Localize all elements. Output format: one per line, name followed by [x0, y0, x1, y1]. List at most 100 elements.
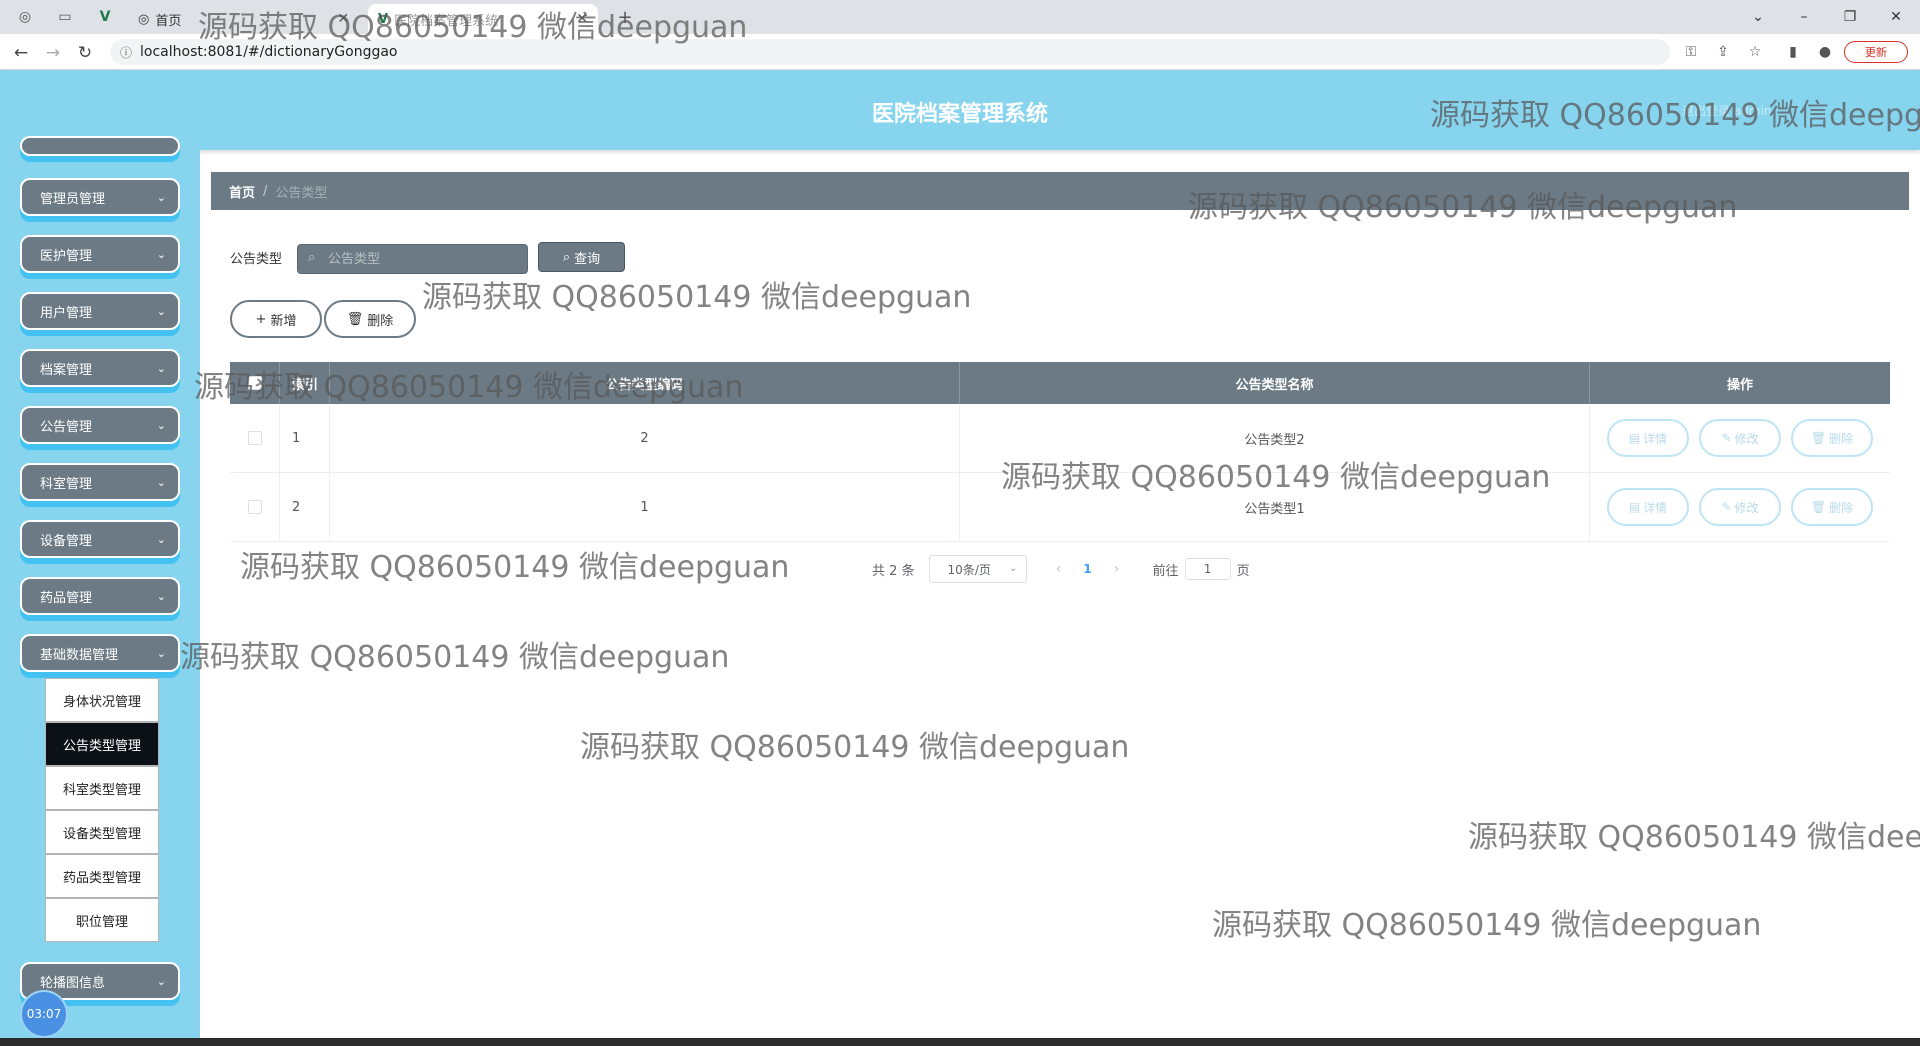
chevron-down-icon: ⌄	[156, 305, 166, 318]
globe-icon: ◎	[138, 11, 150, 27]
chevron-down-icon: ⌄	[156, 647, 166, 660]
goto-page-input[interactable]: 1	[1184, 558, 1231, 580]
delete-label: 删除	[1829, 431, 1854, 446]
tab-search-icon[interactable]: ⌄	[1738, 4, 1778, 30]
tab-favicon-icon[interactable]: ▭	[54, 6, 76, 28]
key-icon[interactable]: ⚿	[1680, 42, 1702, 62]
query-button[interactable]: ⌕ 查询	[538, 242, 625, 272]
sidebar-item-announcements[interactable]: 公告管理 ⌄	[20, 406, 180, 444]
row-delete-button[interactable]: 🗑 删除	[1791, 488, 1873, 526]
breadcrumb-home[interactable]: 首页	[229, 182, 255, 201]
trash-icon: 🗑	[1810, 500, 1827, 514]
sidebar-item-medical-staff[interactable]: 医护管理 ⌄	[20, 235, 180, 273]
submenu-item-announcement-type[interactable]: 公告类型管理	[45, 722, 159, 766]
tab-favicon-icon[interactable]: ◎	[14, 6, 36, 28]
tab-active[interactable]: V 医院档案管理系统 ✕	[368, 4, 598, 34]
restore-button[interactable]: ❐	[1830, 4, 1870, 30]
sidebar-item-label: 轮播图信息	[40, 975, 106, 991]
sidebar-item-label: 设备管理	[40, 533, 93, 549]
url-field[interactable]: ⓘ localhost:8081/#/dictionaryGonggao	[110, 39, 1670, 65]
back-arrow-icon[interactable]: ←	[8, 40, 34, 66]
url-text: localhost:8081/#/dictionaryGonggao	[140, 44, 398, 60]
sidebar-item-users[interactable]: 用户管理 ⌄	[20, 292, 180, 330]
header-checkbox-cell[interactable]	[230, 362, 280, 404]
minimize-button[interactable]: –	[1784, 4, 1824, 30]
watermark: 源码获取 QQ86050149 微信deepguan	[1468, 820, 1920, 855]
header-user-text[interactable]: 退出登录 admin	[1682, 102, 1771, 119]
sidebar-item-medicine[interactable]: 药品管理 ⌄	[20, 577, 180, 615]
pencil-icon: ✎	[1721, 431, 1732, 445]
update-button[interactable]: 更新	[1844, 41, 1908, 63]
app-header: 医院档案管理系统 退出登录 admin	[0, 70, 1920, 150]
detail-button[interactable]: ▤ 详情	[1607, 419, 1689, 457]
page-size-select[interactable]: 10条/页 ⌄	[928, 555, 1027, 583]
sidebar-item-equipment[interactable]: 设备管理 ⌄	[20, 520, 180, 558]
row-checkbox[interactable]	[247, 500, 262, 514]
forward-arrow-icon[interactable]: →	[40, 40, 66, 66]
edit-button[interactable]: ✎ 修改	[1699, 419, 1781, 457]
page-number-current[interactable]: 1	[1073, 562, 1103, 576]
chevron-down-icon: ⌄	[156, 248, 166, 261]
new-tab-button[interactable]: +	[614, 6, 636, 28]
column-header-ops: 操作	[1726, 377, 1753, 393]
row-checkbox-cell[interactable]	[230, 473, 280, 541]
sidepanel-icon[interactable]: ▮	[1782, 42, 1804, 62]
reload-icon[interactable]: ↻	[72, 40, 98, 66]
share-icon[interactable]: ⇪	[1712, 42, 1734, 62]
select-all-checkbox[interactable]	[247, 376, 262, 390]
sidebar-item-label: 公告管理	[40, 419, 93, 435]
star-icon[interactable]: ☆	[1744, 42, 1766, 62]
delete-button[interactable]: 🗑 删除	[324, 300, 416, 338]
info-icon[interactable]: ⓘ	[120, 44, 132, 61]
trash-icon: 🗑	[1810, 431, 1827, 445]
chevron-down-icon: ⌄	[156, 362, 166, 375]
add-button[interactable]: + 新增	[230, 300, 322, 338]
pagination-total: 共 2 条	[872, 563, 915, 579]
next-page-icon[interactable]: ›	[1103, 561, 1131, 577]
edit-button[interactable]: ✎ 修改	[1699, 488, 1781, 526]
prev-page-icon[interactable]: ‹	[1045, 561, 1073, 577]
tab-home[interactable]: ◎ 首页 ✕	[128, 4, 359, 34]
cell-name: 公告类型2	[960, 404, 1590, 472]
query-button-label: 查询	[574, 251, 601, 267]
profile-icon[interactable]: ●	[1814, 42, 1836, 62]
search-icon: ⌕	[562, 249, 571, 265]
basic-data-submenu: 身体状况管理 公告类型管理 科室类型管理 设备类型管理 药品类型管理 职位管理	[45, 678, 159, 942]
detail-label: 详情	[1643, 500, 1668, 515]
detail-button[interactable]: ▤ 详情	[1607, 488, 1689, 526]
sidebar-item-label: 科室管理	[40, 476, 93, 492]
sidebar-item-label: 基础数据管理	[40, 647, 119, 663]
search-input[interactable]	[297, 244, 528, 274]
tab-label: 首页	[155, 13, 182, 29]
watermark: 源码获取 QQ86050149 微信deepguan	[180, 640, 730, 675]
close-icon[interactable]: ✕	[576, 11, 588, 27]
chevron-down-icon: ⌄	[156, 590, 166, 603]
document-icon: ▤	[1628, 500, 1641, 514]
row-delete-button[interactable]: 🗑 删除	[1791, 419, 1873, 457]
chevron-down-icon: ⌄	[156, 419, 166, 432]
submenu-item-department-type[interactable]: 科室类型管理	[45, 766, 159, 810]
sidebar-item-departments[interactable]: 科室管理 ⌄	[20, 463, 180, 501]
pagination: 共 2 条 10条/页 ⌄ ‹ 1 › 前往 1 页	[872, 555, 1250, 583]
submenu-item-medicine-type[interactable]: 药品类型管理	[45, 854, 159, 898]
row-checkbox[interactable]	[247, 431, 262, 445]
sidebar-item-archives[interactable]: 档案管理 ⌄	[20, 349, 180, 387]
browser-tab-bar: ◎ ▭ V ◎ 首页 ✕ V 医院档案管理系统 ✕ + ⌄ – ❐ ✕	[0, 0, 1920, 34]
sidebar-item-basic-data[interactable]: 基础数据管理 ⌄	[20, 634, 180, 672]
window-close-button[interactable]: ✕	[1876, 4, 1916, 30]
sidebar-item-top-partial[interactable]	[20, 136, 180, 156]
row-checkbox-cell[interactable]	[230, 404, 280, 472]
close-icon[interactable]: ✕	[337, 11, 349, 27]
sidebar-item-admin[interactable]: 管理员管理 ⌄	[20, 178, 180, 216]
breadcrumb-current: 公告类型	[275, 185, 328, 201]
vue-tab-icon[interactable]: V	[94, 6, 116, 28]
cell-index: 2	[280, 473, 330, 541]
watermark: 源码获取 QQ86050149 微信deepguan	[580, 730, 1130, 765]
submenu-item-body-status[interactable]: 身体状况管理	[45, 678, 159, 722]
submenu-item-equipment-type[interactable]: 设备类型管理	[45, 810, 159, 854]
watermark: 源码获取 QQ86050149 微信deepguan	[1212, 908, 1762, 943]
trash-icon: 🗑	[346, 311, 364, 327]
submenu-item-position[interactable]: 职位管理	[45, 898, 159, 942]
add-button-label: 新增	[270, 313, 297, 329]
watermark: 源码获取 QQ86050149 微信deepguan	[240, 550, 790, 585]
